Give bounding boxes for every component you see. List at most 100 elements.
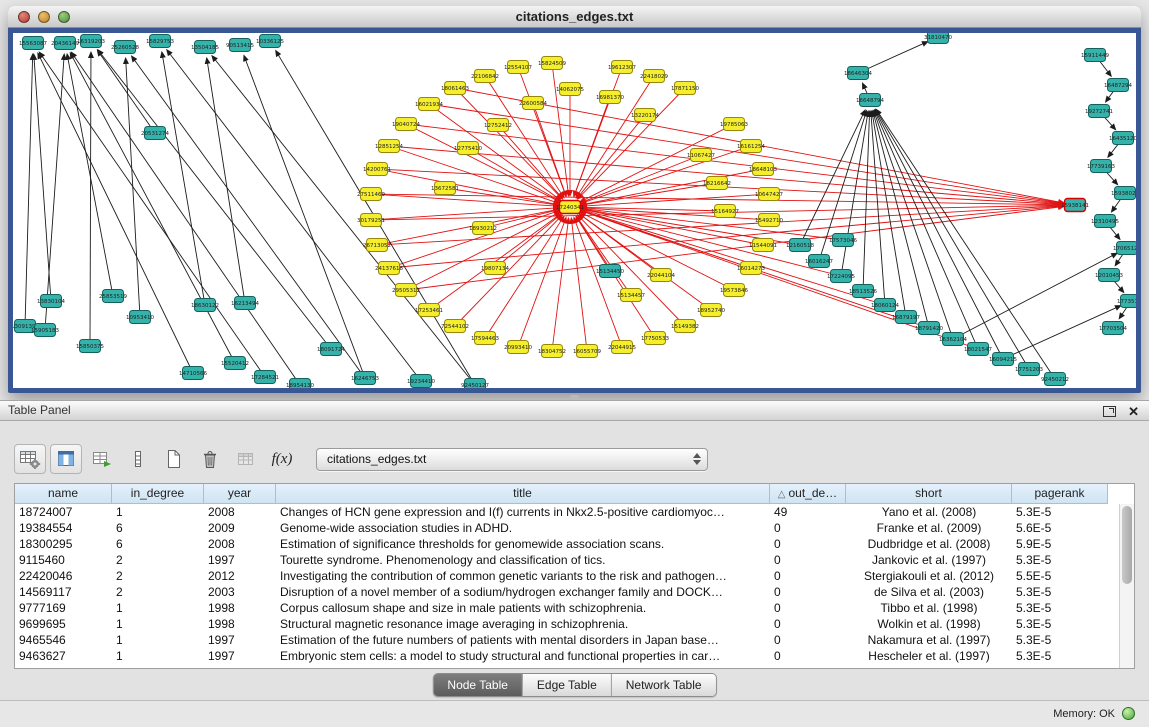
table-cell[interactable]: 9777169 (15, 600, 112, 616)
graph-node[interactable]: 18952740 (697, 304, 725, 317)
graph-node[interactable]: 13672581 (431, 182, 459, 195)
graph-node[interactable]: 18513526 (849, 285, 877, 298)
table-cell[interactable]: 1997 (204, 552, 276, 568)
table-cell[interactable]: 5.3E-5 (1012, 632, 1108, 648)
table-cell[interactable]: 5.6E-5 (1012, 520, 1108, 536)
graph-node[interactable]: 20531274 (141, 127, 169, 140)
graph-node[interactable]: 22044915 (608, 341, 636, 354)
table-cell[interactable]: Yano et al. (2008) (846, 504, 1012, 520)
graph-node[interactable]: 90513415 (226, 39, 254, 52)
graph-node[interactable]: 17065128 (1113, 242, 1136, 255)
graph-node[interactable]: 16487294 (1104, 79, 1132, 92)
graph-node[interactable]: 27511469 (357, 188, 385, 201)
float-panel-icon[interactable] (1103, 406, 1116, 417)
graph-node[interactable]: 31810470 (924, 33, 952, 44)
graph-node[interactable]: 15824509 (538, 57, 566, 70)
graph-node[interactable]: 17735104 (1117, 295, 1136, 308)
graph-node[interactable]: 10336125 (256, 35, 284, 48)
show-columns-button[interactable] (50, 444, 82, 474)
table-cell[interactable]: 2008 (204, 536, 276, 552)
table-cell[interactable]: 49 (770, 504, 846, 520)
column-header-in_degree[interactable]: in_degree (112, 484, 204, 504)
graph-node[interactable]: 13504185 (191, 41, 219, 54)
graph-node[interactable]: 15563087 (19, 37, 47, 50)
graph-node[interactable]: 19807134 (481, 262, 509, 275)
graph-node[interactable]: 18648103 (749, 163, 777, 176)
table-cell[interactable]: Jankovic et al. (1997) (846, 552, 1012, 568)
graph-node[interactable]: 15164927 (711, 205, 739, 218)
graph-node[interactable]: 92450212 (1041, 373, 1069, 386)
graph-node[interactable]: 92450127 (461, 379, 489, 389)
graph-node[interactable]: 15911449 (1081, 49, 1109, 62)
row-selector-button[interactable] (122, 444, 154, 474)
graph-node[interactable]: 12310495 (1091, 215, 1119, 228)
graph-node[interactable]: 72544102 (441, 320, 469, 333)
table-cell[interactable]: 5.9E-5 (1012, 536, 1108, 552)
network-canvas[interactable]: 1724034115824509125541072210684218061463… (13, 33, 1136, 388)
table-cell[interactable]: 5.3E-5 (1012, 584, 1108, 600)
table-cell[interactable]: Changes of HCN gene expression and I(f) … (276, 504, 770, 520)
graph-node[interactable]: 16014273 (737, 262, 765, 275)
table-cell[interactable]: 2009 (204, 520, 276, 536)
table-cell[interactable]: Genome-wide association studies in ADHD. (276, 520, 770, 536)
minimize-window-button[interactable] (38, 11, 50, 23)
graph-node[interactable]: 19573846 (720, 284, 748, 297)
graph-node[interactable]: 15850375 (76, 340, 104, 353)
graph-node[interactable]: 15829753 (146, 35, 174, 48)
graph-node[interactable]: 18646304 (844, 67, 872, 80)
graph-node[interactable]: 14062075 (556, 83, 584, 96)
graph-node[interactable]: 16319203 (77, 35, 105, 48)
graph-node[interactable]: 15520412 (221, 357, 249, 370)
graph-node[interactable]: 17703504 (1099, 322, 1127, 335)
table-cell[interactable]: 22420046 (15, 568, 112, 584)
table-row[interactable]: 1456911722003Disruption of a novel membe… (15, 584, 1134, 600)
graph-node[interactable]: 17594463 (471, 332, 499, 345)
graph-node[interactable]: 11544091 (749, 239, 777, 252)
table-cell[interactable]: 1 (112, 648, 204, 664)
edit-table-button[interactable] (86, 444, 118, 474)
tab-edge-table[interactable]: Edge Table (522, 674, 611, 696)
table-cell[interactable]: 0 (770, 520, 846, 536)
table-cell[interactable]: 9463627 (15, 648, 112, 664)
table-cell[interactable]: 0 (770, 552, 846, 568)
table-cell[interactable]: Estimation of significance thresholds fo… (276, 536, 770, 552)
table-cell[interactable]: 1997 (204, 632, 276, 648)
graph-node[interactable]: 16246753 (351, 372, 379, 385)
graph-node[interactable]: 18091724 (317, 343, 345, 356)
table-cell[interactable]: Nakamura et al. (1997) (846, 632, 1012, 648)
graph-node[interactable]: 17240341 (556, 201, 584, 214)
graph-node[interactable]: 12775410 (454, 142, 482, 155)
column-header-name[interactable]: name (15, 484, 112, 504)
table-cell[interactable]: Investigating the contribution of common… (276, 568, 770, 584)
graph-node[interactable]: 17751203 (1015, 363, 1043, 376)
table-cell[interactable]: 9699695 (15, 616, 112, 632)
graph-node[interactable]: 15134457 (617, 289, 645, 302)
table-cell[interactable]: Hescheler et al. (1997) (846, 648, 1012, 664)
import-table-button[interactable] (230, 444, 262, 474)
table-cell[interactable]: 0 (770, 616, 846, 632)
table-cell[interactable]: 2 (112, 552, 204, 568)
table-cell[interactable]: 6 (112, 536, 204, 552)
table-row[interactable]: 911546021997Tourette syndrome. Phenomeno… (15, 552, 1134, 568)
graph-node[interactable]: 16161254 (737, 140, 765, 153)
table-cell[interactable]: 9465546 (15, 632, 112, 648)
graph-node[interactable]: 17284521 (251, 371, 279, 384)
graph-node[interactable]: 18930212 (469, 222, 497, 235)
graph-node[interactable]: 17224095 (827, 270, 855, 283)
create-column-button[interactable] (158, 444, 190, 474)
table-cell[interactable]: 2 (112, 568, 204, 584)
graph-node[interactable]: 30179251 (357, 214, 385, 227)
column-header-pagerank[interactable]: pagerank (1012, 484, 1108, 504)
graph-node[interactable]: 10647427 (755, 188, 783, 201)
table-cell[interactable]: 5.3E-5 (1012, 552, 1108, 568)
graph-node[interactable]: 17253461 (415, 304, 443, 317)
table-cell[interactable]: 9115460 (15, 552, 112, 568)
table-cell[interactable]: Stergiakouli et al. (2012) (846, 568, 1012, 584)
table-cell[interactable]: 0 (770, 536, 846, 552)
table-row[interactable]: 1938455462009Genome-wide association stu… (15, 520, 1134, 536)
graph-node[interactable]: 17573046 (829, 234, 857, 247)
graph-node[interactable]: 22044104 (647, 269, 675, 282)
table-row[interactable]: 946554611997Estimation of the future num… (15, 632, 1134, 648)
graph-node[interactable]: 22106842 (471, 70, 499, 83)
graph-node[interactable]: 19272741 (1085, 105, 1113, 118)
